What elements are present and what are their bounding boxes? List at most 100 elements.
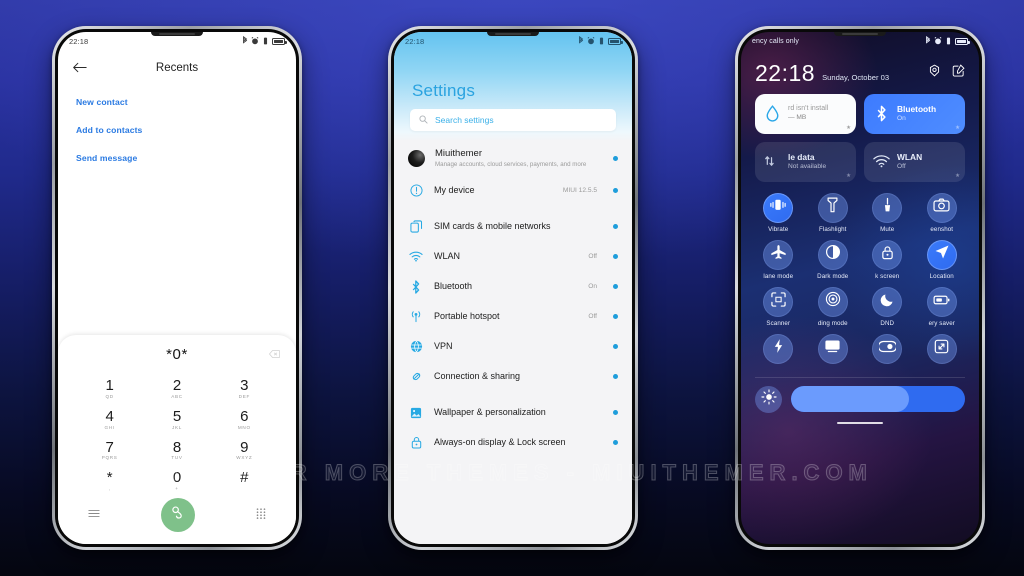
settings-row-wlan[interactable]: WLAN Off: [394, 242, 632, 272]
action-send-message[interactable]: Send message: [76, 153, 278, 163]
toggle-label: k screen: [875, 272, 900, 280]
status-icon-group: [578, 36, 623, 47]
settings-row-always-on-display[interactable]: Always-on display & Lock screen: [394, 428, 632, 458]
toggle-battery-saver[interactable]: ery saver: [915, 286, 970, 327]
key-digit: 4: [105, 407, 114, 425]
settings-value: On: [588, 283, 597, 291]
bluetooth-icon: [578, 36, 584, 47]
account-name: Miuithemer: [435, 148, 482, 159]
bluetooth-icon: [872, 105, 890, 122]
key-3[interactable]: 3 DEF: [211, 373, 278, 402]
moon-dnd-icon: [880, 292, 895, 312]
brightness-row: [741, 378, 979, 413]
settings-row-sim-cards[interactable]: SIM cards & mobile networks: [394, 212, 632, 242]
brightness-slider[interactable]: [791, 386, 965, 413]
key-4[interactable]: 4 GHI: [76, 404, 143, 433]
toggle-screen-rotate[interactable]: [915, 333, 970, 367]
edit-icon[interactable]: [952, 64, 965, 82]
action-new-contact[interactable]: New contact: [76, 97, 278, 107]
settings-row-account[interactable]: Miuithemer Manage accounts, cloud servic…: [394, 141, 632, 176]
vibrate-status-icon: [262, 37, 269, 47]
key-8[interactable]: 8 TUV: [143, 435, 210, 464]
alarm-icon: [587, 36, 595, 47]
key-6[interactable]: 6 MNO: [211, 404, 278, 433]
airplane-icon: [770, 244, 787, 265]
tile-mobile-data[interactable]: le data Not available ★: [755, 141, 856, 182]
toggle-dark-mode[interactable]: Dark mode: [806, 239, 861, 280]
settings-row-my-device[interactable]: My device MIUI 12.5.5: [394, 176, 632, 206]
toggle-location[interactable]: Location: [915, 239, 970, 280]
toggle-reading-mode[interactable]: ding mode: [806, 286, 861, 327]
key-letters: PQRS: [101, 455, 118, 461]
status-dot: [613, 344, 618, 350]
keypad-grid-icon[interactable]: [256, 508, 266, 522]
toggle-label: ery saver: [928, 319, 955, 327]
settings-row-vpn[interactable]: VPN: [394, 332, 632, 362]
toggle-circle: [763, 192, 794, 223]
settings-list[interactable]: Miuithemer Manage accounts, cloud servic…: [394, 141, 632, 544]
tile-wlan[interactable]: WLAN Off ★: [864, 141, 965, 182]
key-digit: 0: [172, 469, 182, 487]
status-time: 22:18: [69, 37, 89, 46]
toggle-mute[interactable]: Mute: [860, 192, 915, 233]
settings-gear-icon[interactable]: [928, 64, 941, 82]
toggle-label: Location: [929, 272, 954, 280]
settings-label: Wallpaper & personalization: [434, 407, 546, 418]
toggle-circle: [872, 239, 903, 270]
phone2-bezel: 22:18 Settings Search settings Miuitheme…: [391, 29, 635, 547]
tile-storage[interactable]: rd isn't install — MB ★: [755, 93, 856, 134]
key-2[interactable]: 2 ABC: [143, 373, 210, 402]
toggle-dnd[interactable]: DND: [860, 286, 915, 327]
toggle-flashlight[interactable]: Flashlight: [806, 192, 861, 233]
settings-value: Off: [588, 253, 597, 261]
toggle-circle: [817, 286, 848, 317]
toggle-circle: [763, 333, 794, 364]
key-digit: 5: [172, 407, 182, 425]
tile-bluetooth[interactable]: Bluetooth On ★: [864, 93, 965, 134]
account-subtitle: Manage accounts, cloud services, payment…: [435, 160, 587, 168]
toggle-sync[interactable]: [860, 333, 915, 367]
toggle-vibrate[interactable]: Vibrate: [751, 192, 806, 233]
toggle-quick-charge[interactable]: [751, 333, 806, 367]
toggle-screenshot[interactable]: eenshot: [915, 192, 970, 233]
status-dot: [613, 314, 618, 320]
toggle-lock-screen[interactable]: k screen: [860, 239, 915, 280]
settings-row-portable-hotspot[interactable]: Portable hotspot Off: [394, 302, 632, 332]
key-0[interactable]: 0 +: [143, 465, 210, 494]
tile-title: WLAN: [897, 151, 923, 162]
search-input[interactable]: Search settings: [410, 109, 616, 131]
backspace-icon[interactable]: [268, 345, 281, 363]
home-indicator: [837, 421, 883, 425]
settings-label: My device: [434, 185, 475, 196]
menu-lines-icon[interactable]: [88, 509, 100, 521]
toggle-airplane-mode[interactable]: lane mode: [751, 239, 806, 280]
clock-time: 22:18: [755, 60, 816, 86]
brightness-button[interactable]: [755, 385, 782, 413]
action-add-to-contacts[interactable]: Add to contacts: [76, 125, 278, 135]
tile-title: le data: [788, 151, 815, 162]
settings-row-connection-sharing[interactable]: Connection & sharing: [394, 362, 632, 392]
settings-label: WLAN: [434, 251, 461, 262]
toggle-cast-screen[interactable]: [806, 333, 861, 367]
key-5[interactable]: 5 JKL: [143, 404, 210, 433]
link-sharing-icon: [408, 369, 424, 385]
call-button[interactable]: [161, 498, 195, 532]
key-star[interactable]: *,: [76, 465, 143, 494]
key-1[interactable]: 1 QD: [76, 373, 143, 402]
key-hash[interactable]: #: [211, 465, 278, 494]
key-9[interactable]: 9 WXYZ: [211, 435, 278, 464]
status-time: 22:18: [405, 37, 425, 46]
key-7[interactable]: 7 PQRS: [76, 435, 143, 464]
dark-mode-icon: [825, 244, 841, 265]
toggle-circle: [817, 192, 848, 223]
settings-row-bluetooth[interactable]: Bluetooth On: [394, 272, 632, 302]
phone1-bezel: 22:18 Recents New contact Add to contact…: [55, 29, 299, 547]
phone-device-control-center: ency calls only 22:18 Sunday, October 03…: [735, 26, 985, 550]
settings-row-wallpaper[interactable]: Wallpaper & personalization: [394, 398, 632, 428]
tile-title: Bluetooth: [897, 103, 937, 114]
call-icon: [170, 505, 186, 526]
tile-title: rd isn't install: [788, 104, 829, 112]
toggle-scanner[interactable]: Scanner: [751, 286, 806, 327]
toggle-label: Dark mode: [817, 272, 849, 280]
lock-icon: [408, 435, 424, 451]
